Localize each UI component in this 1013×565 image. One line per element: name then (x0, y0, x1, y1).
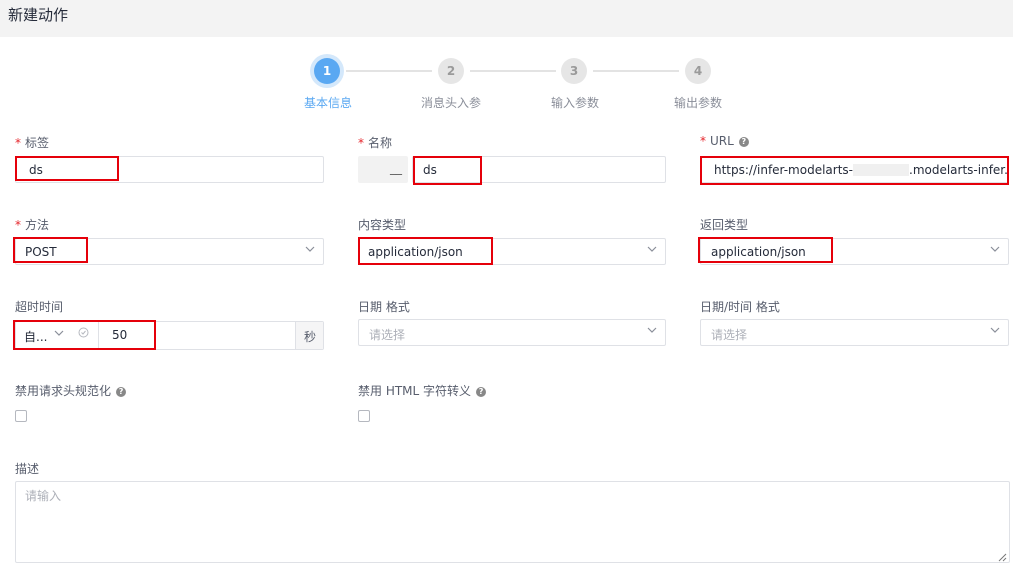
highlight-box (413, 156, 482, 185)
tag-label-text: 标签 (25, 136, 50, 150)
step-4-label[interactable]: 输出参数 (674, 94, 722, 111)
chevron-down-icon (647, 324, 657, 334)
disable-html-escape-label: 禁用 HTML 字符转义? (358, 382, 487, 399)
name-prefix: __ (358, 156, 408, 183)
step-2-circle[interactable]: 2 (438, 58, 464, 84)
method-label-text: 方法 (25, 218, 50, 232)
required-mark: * (700, 134, 706, 148)
chevron-down-icon (990, 324, 1000, 334)
disable-header-norm-label: 禁用请求头规范化? (15, 382, 127, 399)
disable-header-norm-text: 禁用请求头规范化 (15, 384, 112, 398)
date-format-select[interactable]: 请选择 (358, 319, 666, 346)
dialog-header: 新建动作 (0, 0, 1013, 37)
datetime-format-placeholder: 请选择 (711, 328, 748, 342)
description-placeholder: 请输入 (25, 489, 62, 503)
step-2-label[interactable]: 消息头入参 (421, 94, 481, 111)
timeout-unit-text: 秒 (304, 330, 317, 344)
highlight-box (700, 156, 1009, 185)
highlight-box (15, 156, 119, 181)
highlight-box (13, 320, 156, 350)
highlight-box (13, 237, 88, 263)
highlight-box (358, 237, 493, 265)
help-icon[interactable]: ? (738, 137, 749, 147)
help-icon[interactable]: ? (476, 387, 487, 397)
name-label: * 名称 (358, 134, 392, 151)
help-icon[interactable]: ? (116, 387, 127, 397)
chevron-down-icon (647, 243, 657, 253)
name-label-text: 名称 (368, 136, 393, 150)
step-connector (593, 70, 679, 72)
description-label: 描述 (15, 462, 40, 476)
name-prefix-text: __ (390, 161, 402, 175)
name-field: __ ds (358, 156, 666, 183)
disable-html-escape-text: 禁用 HTML 字符转义 (358, 384, 472, 398)
description-textarea[interactable]: 请输入 (15, 481, 1010, 563)
step-connector (346, 70, 432, 72)
content-type-label: 内容类型 (358, 218, 407, 232)
date-format-label: 日期 格式 (358, 300, 410, 314)
timeout-label: 超时时间 (15, 300, 64, 314)
page-title: 新建动作 (8, 6, 69, 24)
required-mark: * (358, 136, 364, 150)
chevron-down-icon (305, 243, 315, 253)
return-type-label: 返回类型 (700, 218, 749, 232)
tag-label: * 标签 (15, 134, 49, 151)
step-3-label[interactable]: 输入参数 (551, 94, 599, 111)
step-3-circle[interactable]: 3 (561, 58, 587, 84)
required-mark: * (15, 218, 21, 232)
step-connector (470, 70, 556, 72)
url-label-text: URL (710, 134, 734, 148)
url-label: * URL? (700, 134, 749, 148)
timeout-unit: 秒 (295, 322, 323, 349)
disable-html-escape-checkbox[interactable] (358, 410, 370, 422)
step-1-label[interactable]: 基本信息 (304, 94, 352, 111)
step-1-circle[interactable]: 1 (314, 58, 340, 84)
required-mark: * (15, 136, 21, 150)
chevron-down-icon (990, 243, 1000, 253)
highlight-box (698, 237, 833, 263)
datetime-format-label: 日期/时间 格式 (700, 300, 780, 314)
disable-header-norm-checkbox[interactable] (15, 410, 27, 422)
resize-handle-icon[interactable] (998, 551, 1007, 562)
datetime-format-select[interactable]: 请选择 (700, 319, 1009, 346)
date-format-placeholder: 请选择 (369, 328, 406, 342)
method-label: * 方法 (15, 216, 49, 233)
step-4-circle[interactable]: 4 (685, 58, 711, 84)
